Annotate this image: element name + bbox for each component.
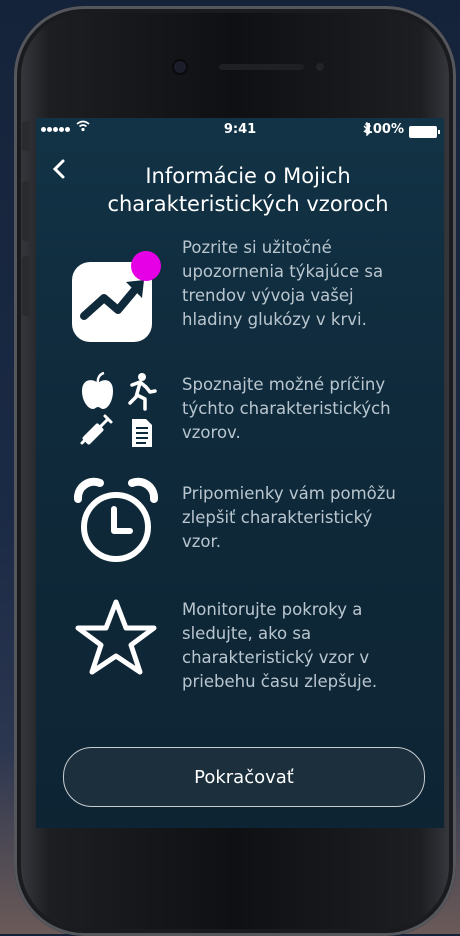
document-icon — [132, 419, 152, 447]
volume-down-button — [22, 256, 30, 316]
apple-icon — [82, 371, 113, 409]
status-bar: 9:41 100% — [36, 118, 444, 144]
battery-icon — [409, 126, 440, 138]
star-icon — [66, 598, 166, 682]
back-button[interactable] — [52, 158, 66, 186]
running-icon — [128, 373, 157, 411]
syringe-icon — [80, 414, 113, 445]
battery-percentage: 100% — [363, 122, 404, 137]
feature-text: Pripomienky vám pomôžu zlepšiť charakter… — [182, 484, 396, 551]
proximity-sensor — [316, 63, 324, 71]
causes-icons — [66, 369, 166, 453]
feature-text: Spoznajte možné príčiny týchto charakter… — [182, 375, 391, 442]
earpiece-speaker — [219, 64, 304, 70]
chevron-left-icon — [52, 159, 65, 179]
app-screen: 9:41 100% Informácie o Mojich charakteri… — [36, 118, 444, 828]
volume-up-button — [22, 181, 30, 241]
front-camera — [174, 61, 186, 73]
mute-switch — [22, 121, 30, 151]
page-title: Informácie o Mojich charakteristických v… — [107, 164, 389, 216]
feature-text: Pozrite si užitočné upozornenia týkajúce… — [182, 238, 384, 329]
feature-text: Monitorujte pokroky a sledujte, ako sa c… — [182, 600, 378, 691]
trend-notification-icon — [66, 248, 166, 352]
continue-button[interactable]: Pokračovať — [63, 747, 425, 807]
alarm-clock-icon — [66, 477, 166, 571]
